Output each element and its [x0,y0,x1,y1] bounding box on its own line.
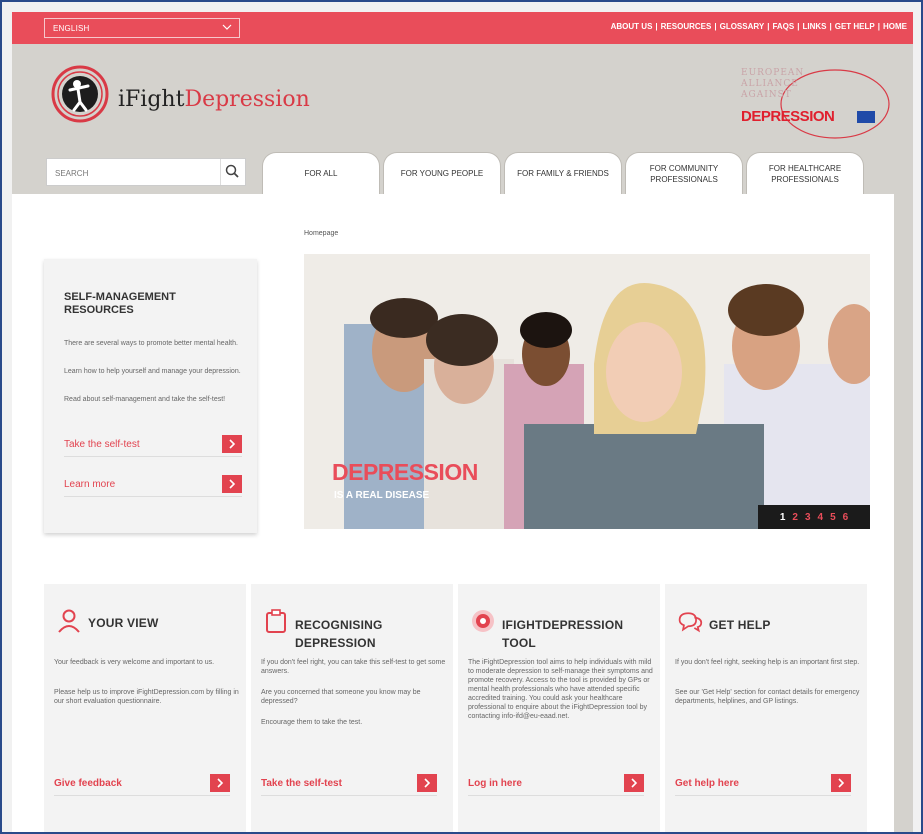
topnav-home[interactable]: HOME [883,22,907,31]
tab-label: FOR YOUNG PEOPLE [400,169,484,178]
carousel-pager: 1 2 3 4 5 6 [758,505,870,529]
site-header: iFightDepression EUROPEAN ALLIANCE AGAIN… [12,44,913,194]
target-icon [472,610,494,632]
top-bar: ENGLISH ABOUT US | RESOURCES | GLOSSARY | FAQS… [12,12,913,44]
topnav-links[interactable]: LINKS [802,22,826,31]
eu-flag-icon [857,111,875,123]
take-self-test-link[interactable]: Take the self-test [64,435,242,457]
hero-photo-people [304,254,870,529]
hero-title-text: DEPRESSION [332,459,478,485]
card-para1: If you don't feel right, you can take th… [261,659,446,675]
search-divider [220,159,221,185]
arrow-right-icon[interactable] [210,774,230,792]
main-content: Homepage SELF-MANAGEMENT RESOURCES There… [12,194,894,832]
card-title: RECOGNISING DEPRESSION [295,618,383,650]
hero-title: DEPRESSION [332,459,478,486]
card-recognising-depression: RECOGNISING DEPRESSION If you don't feel… [251,584,453,832]
ifightdepression-logo-icon[interactable] [50,64,110,124]
tab-label: FOR COMMUNITY PROFESSIONALS [649,163,719,184]
arrow-right-icon[interactable] [831,774,851,792]
carousel-page-5[interactable]: 5 [830,512,836,523]
search-input[interactable]: SEARCH [46,158,246,186]
arrow-right-icon[interactable] [222,475,242,493]
eaad-big-text: DEPRESSION [741,108,835,125]
self-management-para3: Read about self-management and take the … [64,396,226,403]
eaad-line3: AGAINST [741,90,792,100]
get-help-here-link[interactable]: Get help here [675,774,851,796]
card-para1: The iFightDepression tool aims to help i… [468,659,653,720]
eaad-small-text: EUROPEAN ALLIANCE AGAINST [741,68,804,101]
tab-label: FOR ALL [304,169,338,178]
search-icon[interactable] [224,163,240,179]
card-para1: If you don't feel right, seeking help is… [675,659,860,666]
topnav-glossary[interactable]: GLOSSARY [720,22,765,31]
search-placeholder: SEARCH [55,169,89,178]
self-management-para2: Learn how to help yourself and manage yo… [64,368,241,375]
card-title: IFIGHTDEPRESSION TOOL [502,618,624,650]
card-para1: Your feedback is very welcome and import… [54,659,215,666]
logo-text-prefix: iFight [118,87,185,112]
take-self-test-card-link[interactable]: Take the self-test [261,774,437,796]
give-feedback-label: Give feedback [54,778,122,789]
card-para2: Please help us to improve iFightDepressi… [54,689,239,705]
browser-frame: ENGLISH ABOUT US | RESOURCES | GLOSSARY | FAQS… [0,0,923,834]
site-logo-text[interactable]: iFightDepression [118,87,310,112]
self-management-para1: There are several ways to promote better… [64,340,238,347]
language-select-value: ENGLISH [53,24,90,33]
tab-for-all[interactable]: FOR ALL [262,152,380,194]
hero-subtitle: IS A REAL DISEASE [334,490,430,501]
take-self-test-card-label: Take the self-test [261,778,342,789]
arrow-right-icon[interactable] [624,774,644,792]
eaad-line2: ALLIANCE [741,79,799,89]
learn-more-link[interactable]: Learn more [64,475,242,497]
tab-for-young-people[interactable]: FOR YOUNG PEOPLE [383,152,501,194]
tab-for-healthcare-professionals[interactable]: FOR HEALTHCARE PROFESSIONALS [746,152,864,194]
eaad-line1: EUROPEAN [741,68,805,78]
tab-label: FOR FAMILY & FRIENDS [517,169,609,178]
carousel-page-2[interactable]: 2 [792,512,798,523]
breadcrumb[interactable]: Homepage [304,230,338,237]
take-self-test-label: Take the self-test [64,439,140,450]
carousel-page-6[interactable]: 6 [843,512,849,523]
give-feedback-link[interactable]: Give feedback [54,774,230,796]
page-right-strip [894,194,913,832]
card-para3: Encourage them to take the test. [261,719,363,726]
topnav-about-us[interactable]: ABOUT US [611,22,653,31]
log-in-here-label: Log in here [468,778,522,789]
card-get-help: GET HELP If you don't feel right, seekin… [665,584,867,832]
card-your-view: YOUR VIEW Your feedback is very welcome … [44,584,246,832]
logo-text-suffix: Depression [184,87,310,112]
chevron-down-icon [222,24,232,30]
log-in-here-link[interactable]: Log in here [468,774,644,796]
self-management-box: SELF-MANAGEMENT RESOURCES There are seve… [44,259,257,533]
self-management-title: SELF-MANAGEMENT RESOURCES [64,291,176,316]
tab-for-community-professionals[interactable]: FOR COMMUNITY PROFESSIONALS [625,152,743,194]
topnav-faqs[interactable]: FAQS [772,22,794,31]
tab-for-family-friends[interactable]: FOR FAMILY & FRIENDS [504,152,622,194]
card-ifightdepression-tool: IFIGHTDEPRESSION TOOL The iFightDepressi… [458,584,660,832]
topnav-get-help[interactable]: GET HELP [835,22,875,31]
arrow-right-icon[interactable] [417,774,437,792]
learn-more-label: Learn more [64,479,116,490]
person-icon [58,609,80,633]
carousel-page-3[interactable]: 3 [805,512,811,523]
clipboard-icon [266,609,286,633]
card-para2: Are you concerned that someone you know … [261,689,421,705]
topnav-resources[interactable]: RESOURCES [661,22,712,31]
language-select[interactable]: ENGLISH [44,18,240,38]
card-title: GET HELP [709,618,771,632]
get-help-here-label: Get help here [675,778,739,789]
arrow-right-icon[interactable] [222,435,242,453]
card-title: YOUR VIEW [88,616,159,630]
speech-bubbles-icon [678,612,703,633]
card-para2: See our 'Get Help' section for contact d… [675,689,860,705]
hero-carousel[interactable]: DEPRESSION IS A REAL DISEASE 1 2 3 4 5 6 [304,254,870,529]
top-nav: ABOUT US | RESOURCES | GLOSSARY | FAQS | LINKS | G… [610,22,907,31]
carousel-page-4[interactable]: 4 [818,512,824,523]
eaad-logo[interactable]: EUROPEAN ALLIANCE AGAINST DEPRESSION [733,62,893,148]
tab-label: FOR HEALTHCARE PROFESSIONALS [768,163,842,184]
carousel-page-1[interactable]: 1 [780,512,786,523]
